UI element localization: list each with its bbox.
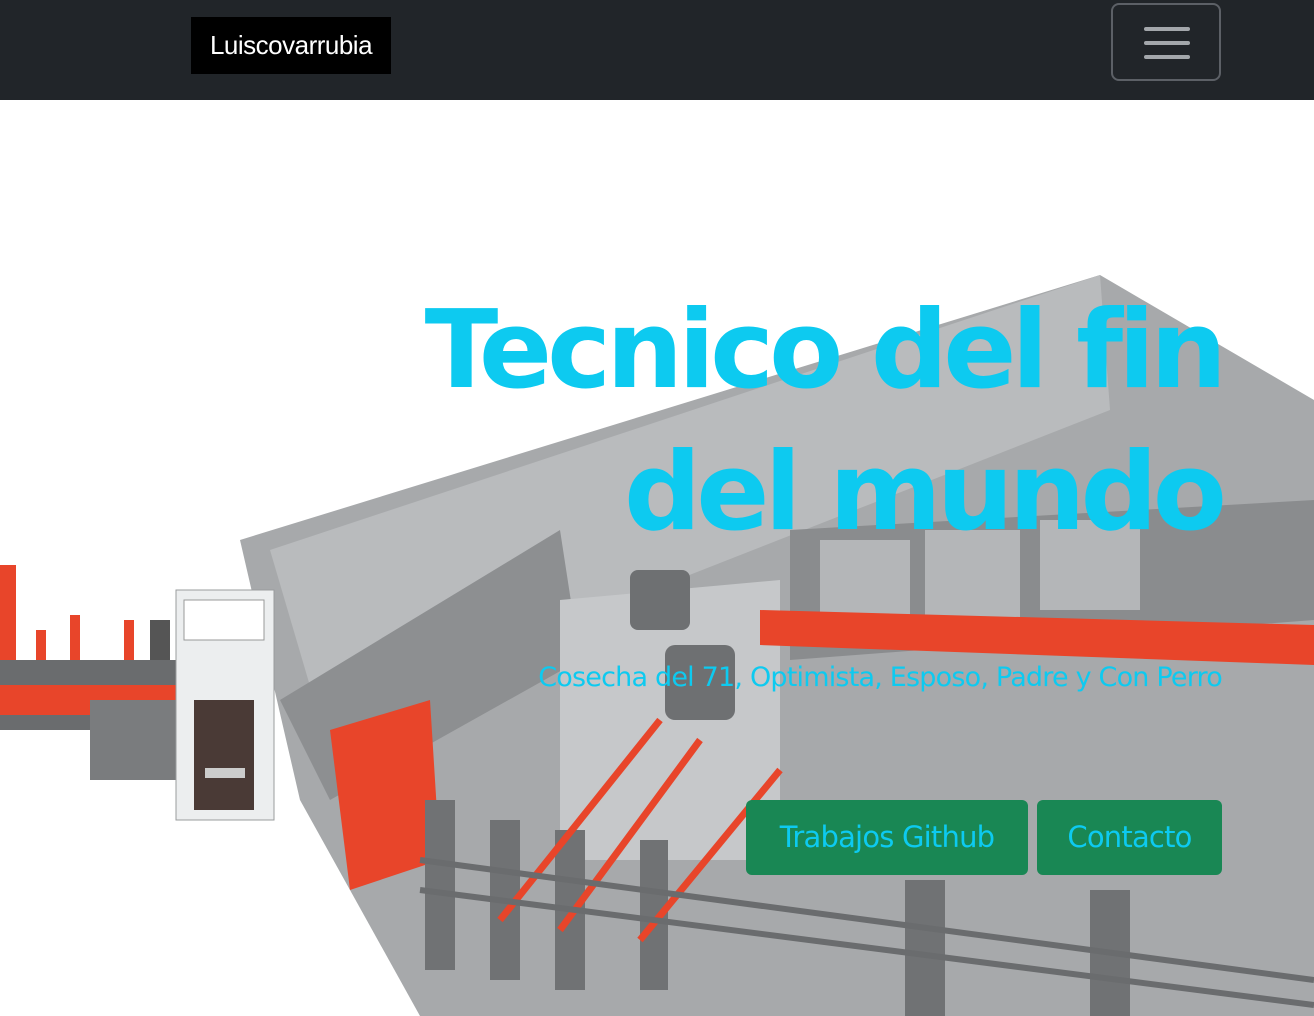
brand-link[interactable]: Luiscovarrubia bbox=[191, 17, 391, 74]
hero-title: Tecnico del fin del mundo bbox=[424, 288, 1227, 555]
hero-subtitle: Cosecha del 71, Optimista, Esposo, Padre… bbox=[538, 662, 1223, 693]
control-panel-illustration bbox=[175, 589, 275, 821]
navbar-toggler-button[interactable] bbox=[1111, 3, 1221, 81]
rack-illustration bbox=[0, 565, 190, 780]
hero-section: Tecnico del fin del mundo Cosecha del 71… bbox=[0, 100, 1314, 1016]
github-works-button[interactable]: Trabajos Github bbox=[746, 800, 1028, 875]
top-navbar: Luiscovarrubia bbox=[0, 0, 1314, 100]
contact-button[interactable]: Contacto bbox=[1037, 800, 1222, 875]
